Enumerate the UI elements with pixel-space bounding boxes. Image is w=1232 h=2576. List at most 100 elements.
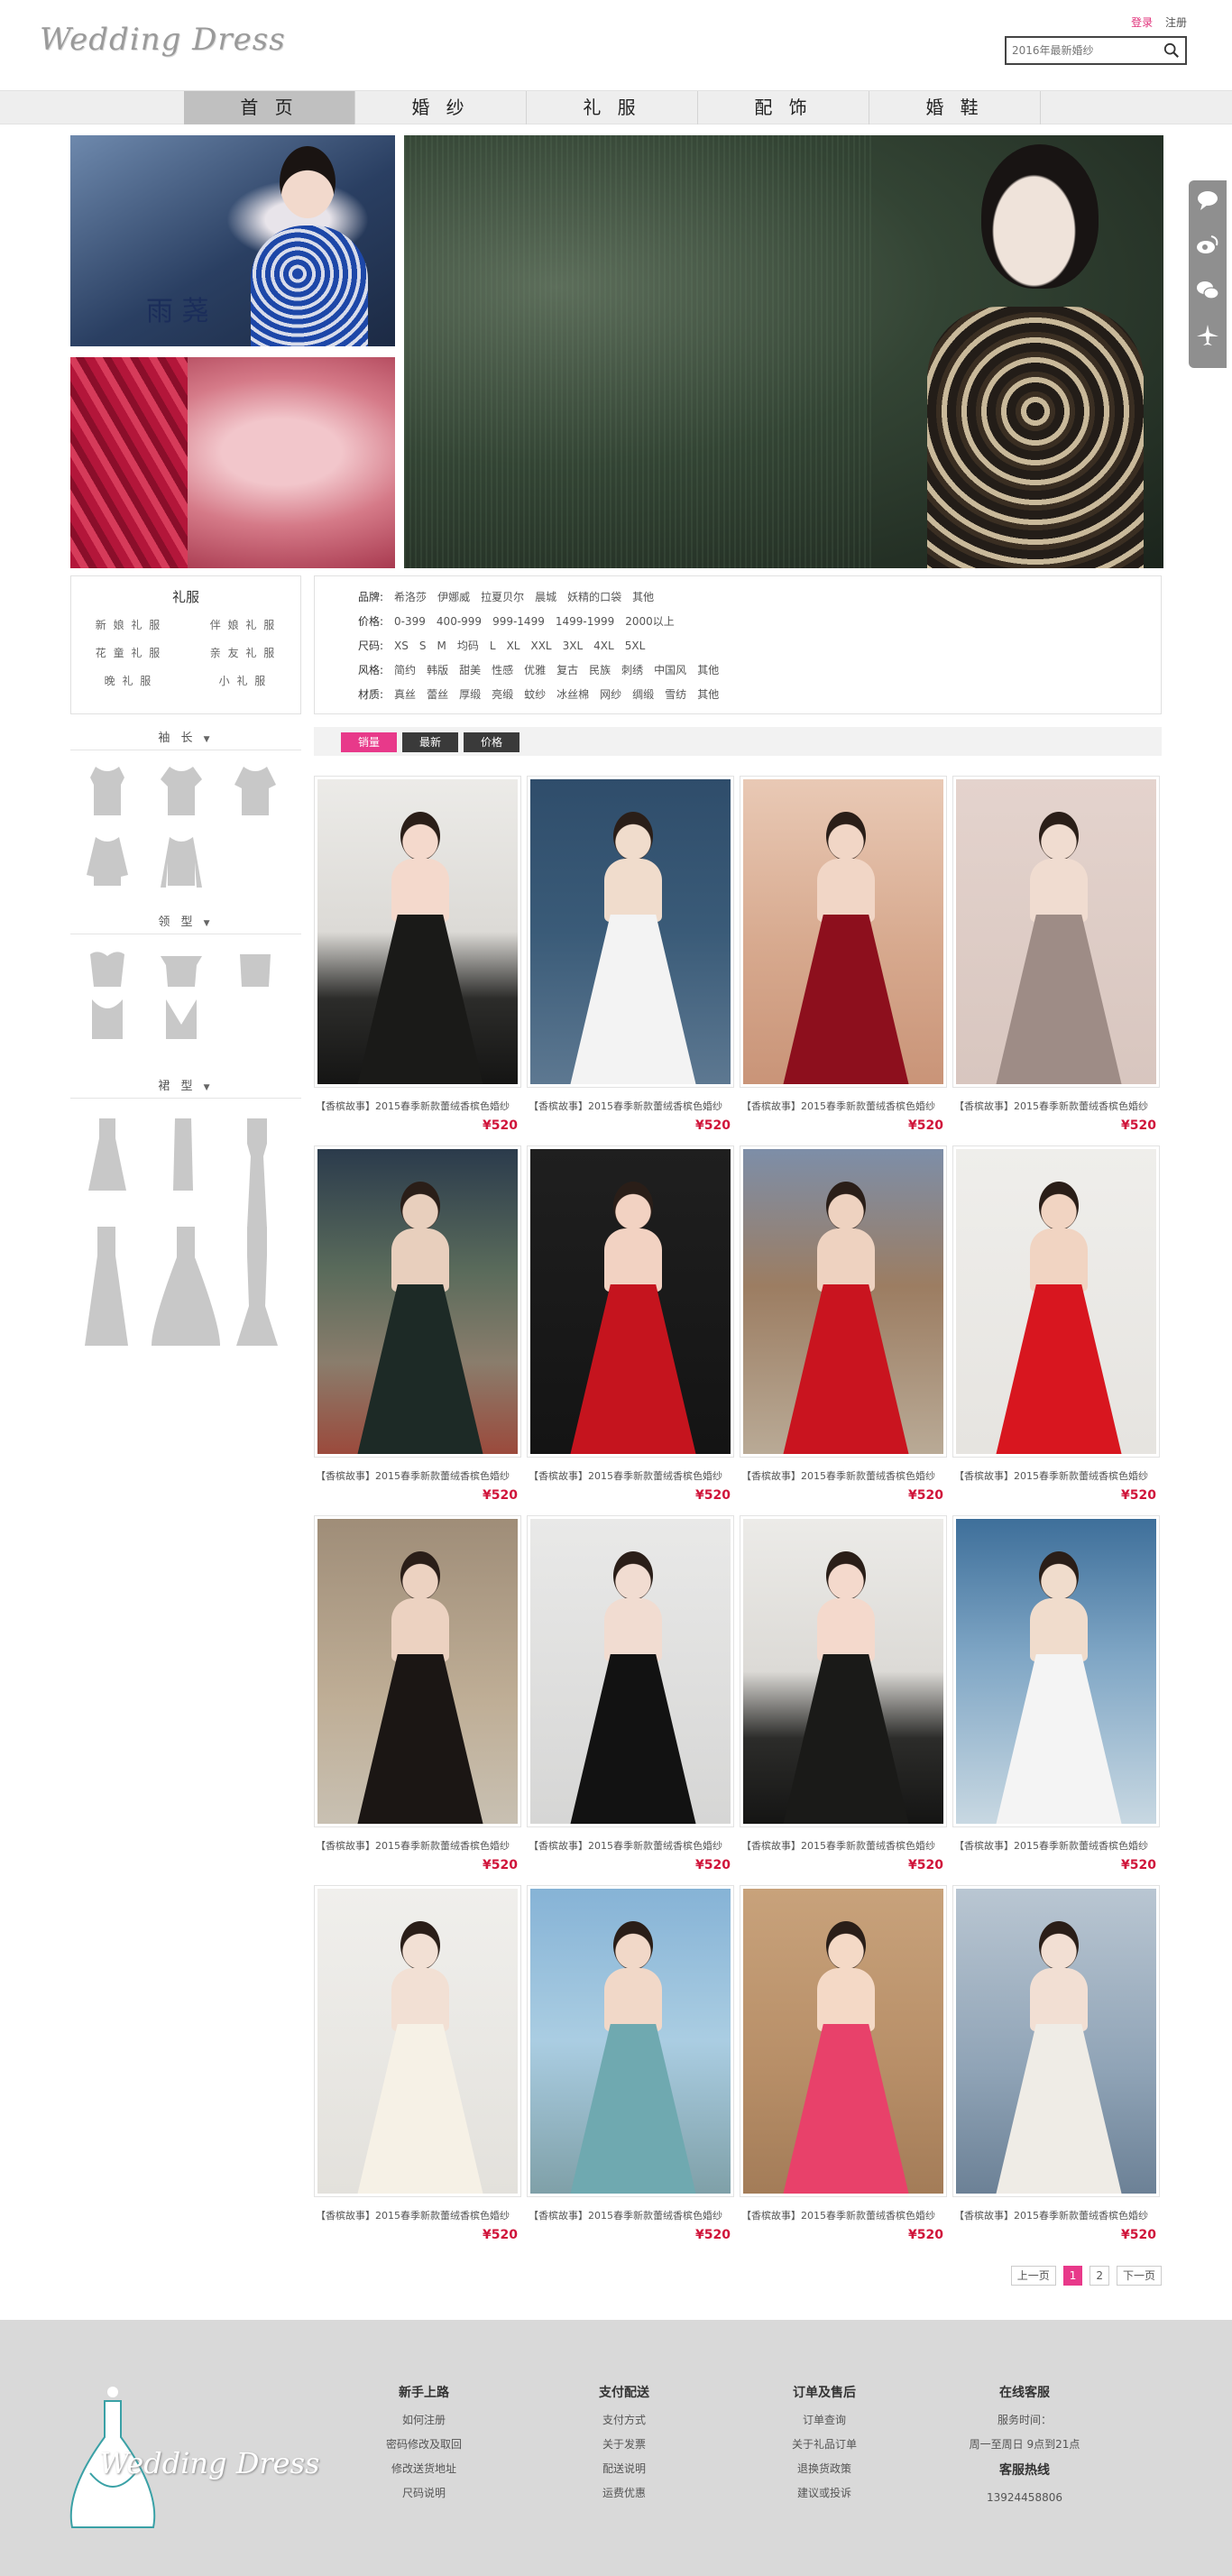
- product-title[interactable]: 【香槟故事】2015春季新款蕾绒香槟色婚纱: [954, 2208, 1158, 2222]
- product-title[interactable]: 【香槟故事】2015春季新款蕾绒香槟色婚纱: [529, 1468, 732, 1483]
- skirt-shape-a-line-long[interactable]: [79, 1225, 133, 1351]
- collar-shape-v-neck[interactable]: [159, 998, 204, 1043]
- product-title[interactable]: 【香槟故事】2015春季新款蕾绒香槟色婚纱: [529, 1099, 732, 1113]
- sleeve-shape-sleeveless[interactable]: [85, 765, 130, 819]
- product-card[interactable]: 【香槟故事】2015春季新款蕾绒香槟色婚纱 ¥520: [740, 1145, 947, 1506]
- filter-option[interactable]: XL: [507, 639, 520, 652]
- filter-option[interactable]: 400-999: [437, 615, 482, 628]
- filter-option[interactable]: 韩版: [427, 664, 448, 676]
- product-title[interactable]: 【香槟故事】2015春季新款蕾绒香槟色婚纱: [316, 1838, 519, 1853]
- product-image[interactable]: [952, 1145, 1160, 1458]
- nav-shoes[interactable]: 婚 鞋: [869, 91, 1041, 124]
- filter-option[interactable]: XS: [394, 639, 409, 652]
- category-item[interactable]: 花 童 礼 服: [71, 645, 186, 660]
- filter-option[interactable]: 冰丝棉: [556, 688, 589, 701]
- filter-option[interactable]: 亮缎: [492, 688, 513, 701]
- next-page-button[interactable]: 下一页: [1116, 2266, 1162, 2286]
- search-icon[interactable]: [1163, 42, 1180, 59]
- sleeve-shape-half[interactable]: [85, 835, 130, 889]
- prev-page-button[interactable]: 上一页: [1010, 2266, 1056, 2286]
- product-title[interactable]: 【香槟故事】2015春季新款蕾绒香槟色婚纱: [741, 1838, 945, 1853]
- product-title[interactable]: 【香槟故事】2015春季新款蕾绒香槟色婚纱: [954, 1838, 1158, 1853]
- filter-option[interactable]: 3XL: [563, 639, 584, 652]
- product-title[interactable]: 【香槟故事】2015春季新款蕾绒香槟色婚纱: [529, 2208, 732, 2222]
- filter-option[interactable]: 妖精的口袋: [567, 591, 621, 603]
- footer-link[interactable]: 关于礼品订单: [734, 2433, 915, 2457]
- register-link[interactable]: 注册: [1165, 16, 1187, 29]
- product-image[interactable]: [314, 776, 521, 1088]
- footer-link[interactable]: 关于发票: [534, 2433, 714, 2457]
- skirt-shape-a-line-short[interactable]: [83, 1117, 132, 1198]
- product-image[interactable]: [527, 1885, 734, 2197]
- filter-option[interactable]: 民族: [589, 664, 611, 676]
- filter-option[interactable]: 拉夏贝尔: [481, 591, 524, 603]
- banner-photo-blue-qipao[interactable]: 雨 荛: [70, 135, 395, 346]
- sort-by-sales-button[interactable]: 销量: [341, 732, 397, 752]
- sleeve-filter-header[interactable]: 袖 长 ▼: [70, 727, 301, 750]
- product-image[interactable]: [740, 1515, 947, 1827]
- filter-option[interactable]: 0-399: [394, 615, 426, 628]
- filter-option[interactable]: 甜美: [459, 664, 481, 676]
- filter-option[interactable]: 网纱: [600, 688, 621, 701]
- product-image[interactable]: [527, 1515, 734, 1827]
- product-image[interactable]: [952, 1515, 1160, 1827]
- login-link[interactable]: 登录: [1131, 16, 1153, 29]
- footer-link[interactable]: 密码修改及取回: [334, 2433, 514, 2457]
- banner-photo-main[interactable]: [404, 135, 1163, 568]
- product-card[interactable]: 【香槟故事】2015春季新款蕾绒香槟色婚纱 ¥520: [740, 1515, 947, 1876]
- filter-option[interactable]: 5XL: [625, 639, 646, 652]
- product-image[interactable]: [952, 1885, 1160, 2197]
- sort-by-price-button[interactable]: 价格: [464, 732, 519, 752]
- skirt-shape-sheath-short[interactable]: [159, 1117, 207, 1198]
- footer-link[interactable]: 配送说明: [534, 2457, 714, 2481]
- footer-link[interactable]: 修改送货地址: [334, 2457, 514, 2481]
- search-input[interactable]: [1007, 38, 1151, 63]
- filter-option[interactable]: 其他: [697, 688, 719, 701]
- category-item[interactable]: 晚 礼 服: [71, 673, 186, 688]
- product-card[interactable]: 【香槟故事】2015春季新款蕾绒香槟色婚纱 ¥520: [740, 1885, 947, 2246]
- page-2-button[interactable]: 2: [1089, 2266, 1109, 2286]
- filter-option[interactable]: 4XL: [593, 639, 614, 652]
- product-title[interactable]: 【香槟故事】2015春季新款蕾绒香槟色婚纱: [741, 1099, 945, 1113]
- product-title[interactable]: 【香槟故事】2015春季新款蕾绒香槟色婚纱: [316, 1468, 519, 1483]
- filter-option[interactable]: 优雅: [524, 664, 546, 676]
- nav-accessories[interactable]: 配 饰: [698, 91, 869, 124]
- filter-option[interactable]: 其他: [632, 591, 654, 603]
- product-title[interactable]: 【香槟故事】2015春季新款蕾绒香槟色婚纱: [316, 2208, 519, 2222]
- category-item[interactable]: 伴 娘 礼 服: [186, 617, 300, 632]
- filter-option[interactable]: 简约: [394, 664, 416, 676]
- filter-option[interactable]: XXL: [530, 639, 551, 652]
- filter-option[interactable]: 2000以上: [625, 615, 675, 628]
- collar-shape-off-shoulder[interactable]: [159, 949, 204, 989]
- product-card[interactable]: 【香槟故事】2015春季新款蕾绒香槟色婚纱 ¥520: [740, 776, 947, 1136]
- product-card[interactable]: 【香槟故事】2015春季新款蕾绒香槟色婚纱 ¥520: [527, 1885, 734, 2246]
- nav-gown[interactable]: 礼 服: [527, 91, 698, 124]
- product-card[interactable]: 【香槟故事】2015春季新款蕾绒香槟色婚纱 ¥520: [527, 1145, 734, 1506]
- filter-option[interactable]: 1499-1999: [556, 615, 614, 628]
- footer-link[interactable]: 建议或投诉: [734, 2481, 915, 2506]
- page-1-button[interactable]: 1: [1062, 2266, 1083, 2286]
- product-card[interactable]: 【香槟故事】2015春季新款蕾绒香槟色婚纱 ¥520: [314, 776, 521, 1136]
- footer-link[interactable]: 运费优惠: [534, 2481, 714, 2506]
- nav-home[interactable]: 首 页: [184, 91, 355, 124]
- collar-shape-strapless[interactable]: [233, 949, 278, 989]
- product-title[interactable]: 【香槟故事】2015春季新款蕾绒香槟色婚纱: [316, 1099, 519, 1113]
- category-item[interactable]: 小 礼 服: [186, 673, 300, 688]
- product-title[interactable]: 【香槟故事】2015春季新款蕾绒香槟色婚纱: [741, 1468, 945, 1483]
- filter-option[interactable]: 伊娜威: [437, 591, 470, 603]
- collar-shape-scoop[interactable]: [85, 998, 130, 1043]
- filter-option[interactable]: 中国风: [654, 664, 686, 676]
- filter-option[interactable]: 999-1499: [492, 615, 545, 628]
- product-card[interactable]: 【香槟故事】2015春季新款蕾绒香槟色婚纱 ¥520: [952, 1515, 1160, 1876]
- skirt-shape-column[interactable]: [233, 1117, 281, 1234]
- skirt-shape-mermaid[interactable]: [233, 1225, 281, 1351]
- filter-option[interactable]: M: [437, 639, 446, 652]
- footer-link[interactable]: 退换货政策: [734, 2457, 915, 2481]
- filter-option[interactable]: 晨城: [535, 591, 556, 603]
- skirt-shape-ball-gown[interactable]: [150, 1225, 222, 1351]
- filter-option[interactable]: 其他: [697, 664, 719, 676]
- product-image[interactable]: [314, 1885, 521, 2197]
- airplane-icon[interactable]: [1195, 323, 1220, 348]
- filter-option[interactable]: 厚缎: [459, 688, 481, 701]
- product-image[interactable]: [952, 776, 1160, 1088]
